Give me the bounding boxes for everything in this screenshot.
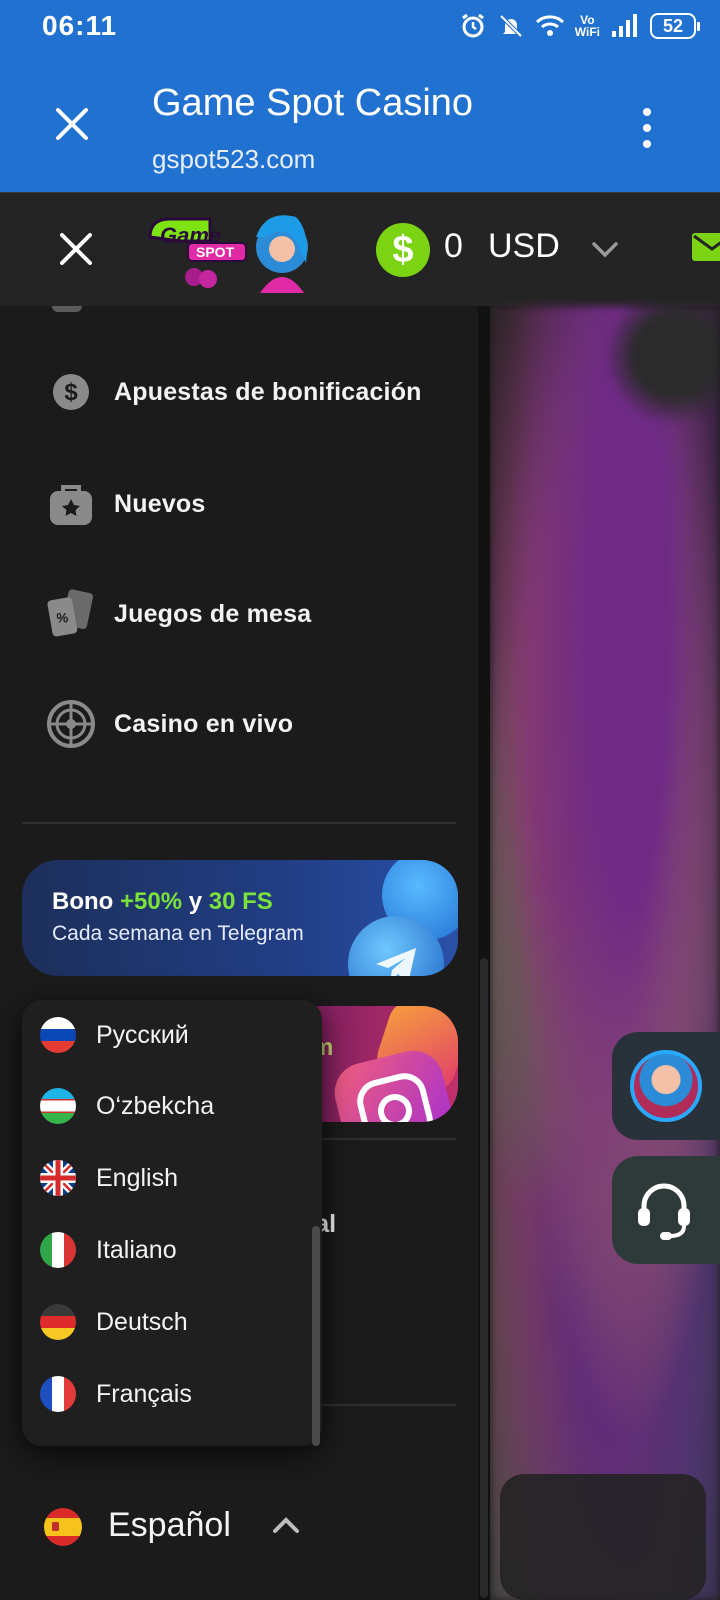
sidebar-item-bonus-bets[interactable]: $ Apuestas de bonificación	[0, 352, 478, 432]
sidebar-item-live-casino[interactable]: Casino en vivo	[0, 684, 478, 764]
browser-toolbar: Game Spot Casino gspot523.com	[0, 52, 720, 192]
partial-menu-icon	[52, 306, 82, 312]
more-options-icon[interactable]	[632, 108, 662, 148]
chevron-up-icon[interactable]	[270, 1510, 302, 1542]
page-url[interactable]: gspot523.com	[152, 144, 315, 175]
star-bag-icon	[46, 479, 96, 529]
alarm-icon	[461, 13, 484, 38]
game-spot-logo[interactable]: Game SPOT	[142, 207, 322, 293]
sidebar-item-new[interactable]: Nuevos	[0, 464, 478, 544]
language-option-en[interactable]: English	[22, 1146, 322, 1210]
telegram-icon	[348, 916, 444, 976]
status-bar: 06:11 Vo WiFi 52	[0, 0, 720, 52]
svg-text:$: $	[64, 379, 78, 406]
language-dropdown: Русский O‘zbekcha English Italiano Deuts…	[22, 1000, 322, 1446]
balance-coin-icon[interactable]: $	[376, 223, 430, 277]
sidebar-item-label: Apuestas de bonificación	[114, 377, 422, 406]
app-header: Game SPOT $ 0 USD	[0, 192, 720, 306]
battery-icon: 52	[650, 13, 700, 39]
balance-currency[interactable]: USD	[488, 227, 560, 266]
uk-flag-icon	[40, 1160, 76, 1196]
support-button[interactable]	[612, 1156, 720, 1264]
avatar	[630, 1050, 702, 1122]
sidebar-item-label: Casino en vivo	[114, 709, 294, 738]
bottom-panel	[500, 1474, 706, 1600]
sidebar-item-label: Nuevos	[114, 489, 206, 518]
cards-icon: %	[46, 589, 96, 639]
germany-flag-icon	[40, 1304, 76, 1340]
status-icons: Vo WiFi 52	[459, 12, 700, 40]
wifi-icon	[535, 15, 564, 36]
sidebar-scrollbar[interactable]	[480, 958, 488, 1598]
avatar-button[interactable]	[612, 1032, 720, 1140]
divider	[22, 822, 456, 824]
vowifi-label: Vo WiFi	[574, 13, 600, 39]
italy-flag-icon	[40, 1232, 76, 1268]
close-icon[interactable]	[50, 102, 94, 146]
france-flag-icon	[40, 1376, 76, 1412]
logo-text-spot: SPOT	[196, 244, 235, 260]
language-option-de[interactable]: Deutsch	[22, 1290, 322, 1354]
sidebar-item-table-games[interactable]: % Juegos de mesa	[0, 574, 478, 654]
spain-flag-icon	[44, 1508, 82, 1546]
blurred-game-content	[490, 306, 720, 1600]
language-option-uz[interactable]: O‘zbekcha	[22, 1074, 322, 1138]
language-selector[interactable]: Español	[0, 1460, 478, 1580]
promo-subtitle: Cada semana en Telegram	[52, 922, 304, 945]
headset-icon	[638, 1183, 690, 1240]
mute-icon	[499, 14, 523, 38]
telegram-promo-banner[interactable]: Bono +50% y 30 FS Cada semana en Telegra…	[22, 860, 458, 976]
language-dropdown-scrollbar[interactable]	[312, 1226, 320, 1446]
language-option-it[interactable]: Italiano	[22, 1218, 322, 1282]
promo-title: Bono +50% y 30 FS	[52, 888, 273, 915]
uzbekistan-flag-icon	[40, 1088, 76, 1124]
current-language-label: Español	[108, 1506, 231, 1544]
russia-flag-icon	[40, 1017, 76, 1053]
close-menu-icon[interactable]	[56, 229, 96, 269]
sidebar-item-label: Juegos de mesa	[114, 599, 312, 628]
page-title: Game Spot Casino	[152, 82, 474, 124]
language-option-fr[interactable]: Français	[22, 1362, 322, 1426]
signal-icon	[612, 14, 637, 37]
dollar-coin-icon: $	[46, 367, 96, 417]
language-option-ru[interactable]: Русский	[22, 1003, 322, 1067]
chevron-down-icon[interactable]	[588, 233, 622, 267]
status-time: 06:11	[42, 10, 118, 41]
svg-text:%: %	[56, 611, 68, 626]
balance-amount[interactable]: 0	[444, 227, 463, 266]
mail-icon[interactable]	[692, 233, 720, 261]
roulette-icon	[46, 699, 96, 749]
